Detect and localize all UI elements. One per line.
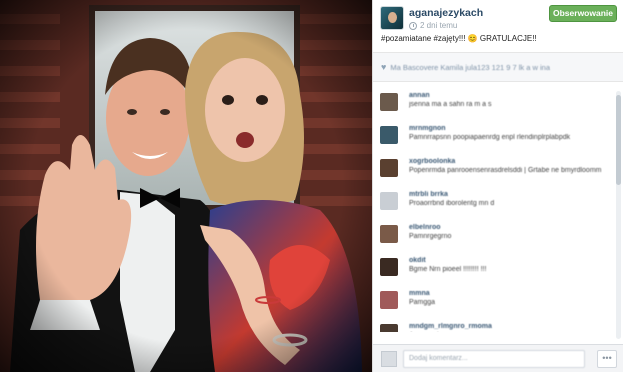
current-user-avatar xyxy=(381,351,397,367)
comment-avatar[interactable] xyxy=(380,192,398,210)
clock-icon xyxy=(409,21,417,30)
comment-text: Popenrmda panrooensenrasdrelsddi | Grtab… xyxy=(409,167,602,174)
post-caption: #pozamiatane #zajęty!!! 😊 GRATULACJE!! xyxy=(381,34,537,43)
comment-text: jsenna ma a sahn ra m a s xyxy=(409,101,492,108)
comment-item: annan jsenna ma a sahn ra m a s xyxy=(373,92,623,125)
comment-avatar[interactable] xyxy=(380,258,398,276)
comment-username[interactable]: mrnmgnon xyxy=(409,125,623,132)
comment-avatar[interactable] xyxy=(380,126,398,144)
comment-input[interactable]: Dodaj komentarz... xyxy=(403,350,585,368)
post-time-label: 2 dni temu xyxy=(420,21,458,30)
instagram-post-view: aganajezykach 2 dni temu Obserwowanie #p… xyxy=(0,0,623,372)
comments-list: annan jsenna ma a sahn ra m a s mrnmgnon Pa… xyxy=(373,82,623,332)
author-avatar-face xyxy=(388,12,397,23)
follow-button[interactable]: Obserwowanie xyxy=(549,5,617,22)
comment-item: elbelnroo Pamnrgegrno xyxy=(373,224,623,257)
comment-avatar[interactable] xyxy=(380,291,398,309)
post-photo[interactable] xyxy=(0,0,372,372)
post-photo-image xyxy=(0,0,372,372)
comment-item: mtrbli brrka Proaorrbnd iborolentg mn d xyxy=(373,191,623,224)
comments-scrollbar[interactable] xyxy=(616,91,621,339)
comment-avatar[interactable] xyxy=(380,225,398,243)
author-username[interactable]: aganajezykach xyxy=(409,7,483,19)
comment-avatar[interactable] xyxy=(380,93,398,111)
comment-item: mmna Pamgga xyxy=(373,290,623,323)
comment-text: Bgme Nrn pioeel !!!!!!!! !!! xyxy=(409,266,487,273)
comment-text: Pamgga xyxy=(409,299,436,306)
comment-text: Proaorrbnd iborolentg mn d xyxy=(409,200,495,207)
comment-item: mrnmgnon Pamnrrapsnn poopiapaenrdg enpl r… xyxy=(373,125,623,158)
comment-item: mndgm_rlmgnro_rmomaAamgp plarna xyxy=(373,323,623,332)
comment-username[interactable]: mtrbli brrka xyxy=(409,191,623,198)
post-sidebar: aganajezykach 2 dni temu Obserwowanie #p… xyxy=(372,0,623,372)
comment-item: xogrboolonka Popenrmda panrooensenrasdrel… xyxy=(373,158,623,191)
likes-text[interactable]: Ma Bascovere Kamila jula123 121 9 7 lk a… xyxy=(390,63,550,72)
likes-bar: ♥ Ma Bascovere Kamila jula123 121 9 7 lk… xyxy=(373,52,623,82)
comment-footer: Dodaj komentarz... ••• xyxy=(373,344,623,372)
comment-username[interactable]: okdit xyxy=(409,257,623,264)
comment-username[interactable]: annan xyxy=(409,92,623,99)
comment-username[interactable]: xogrboolonka xyxy=(409,158,623,165)
comment-text: Pamnrgegrno xyxy=(409,233,452,240)
comment-avatar[interactable] xyxy=(380,324,398,332)
more-options-icon[interactable]: ••• xyxy=(597,350,617,368)
post-time: 2 dni temu xyxy=(409,21,457,30)
heart-icon[interactable]: ♥ xyxy=(381,62,386,72)
comment-username[interactable]: mmna xyxy=(409,290,623,297)
comment-username[interactable]: elbelnroo xyxy=(409,224,623,231)
comment-item: okdit Bgme Nrn pioeel !!!!!!!! !!! xyxy=(373,257,623,290)
post-header: aganajezykach 2 dni temu Obserwowanie #p… xyxy=(373,0,623,52)
comment-text: Pamnrrapsnn poopiapaenrdg enpl rlendinpl… xyxy=(409,134,571,141)
comment-avatar[interactable] xyxy=(380,159,398,177)
comment-username[interactable]: mndgm_rlmgnro_rmoma xyxy=(409,323,623,330)
author-avatar[interactable] xyxy=(380,6,404,30)
comments-scroll-thumb[interactable] xyxy=(616,95,621,185)
